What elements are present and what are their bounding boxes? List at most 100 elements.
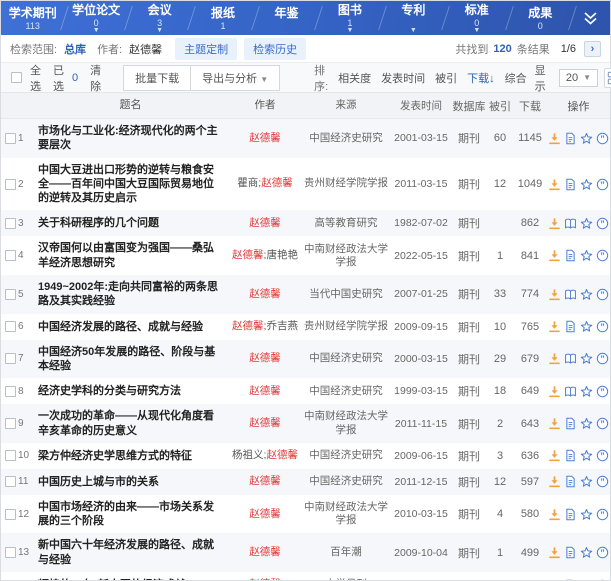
row-checkbox[interactable]	[5, 218, 16, 229]
select-all-label[interactable]: 全选	[30, 62, 41, 94]
clear-button[interactable]: 清除	[90, 62, 101, 94]
row-checkbox[interactable]	[5, 418, 16, 429]
author-link-highlighted[interactable]: 赵德馨	[232, 249, 264, 261]
download-icon[interactable]	[548, 288, 561, 301]
source-link[interactable]: 中南财经政法大学学报	[301, 410, 391, 436]
favorite-icon[interactable]	[580, 508, 593, 521]
result-title-link[interactable]: 中国历史上城与市的关系	[31, 475, 229, 489]
page-size-select[interactable]: 20 ▼	[559, 69, 598, 87]
cite-icon[interactable]: ”	[596, 475, 609, 488]
author-link-highlighted[interactable]: 赵德馨	[249, 578, 281, 580]
row-checkbox[interactable]	[5, 509, 16, 520]
author-link-highlighted[interactable]: 赵德馨	[249, 385, 281, 397]
author-link[interactable]: 瞿商;	[237, 177, 261, 189]
cite-icon[interactable]: ”	[596, 288, 609, 301]
read-html-icon[interactable]	[564, 132, 577, 145]
read-html-icon[interactable]	[564, 546, 577, 559]
source-link[interactable]: 中国经济史研究	[301, 352, 391, 365]
search-history-button[interactable]: 检索历史	[244, 38, 306, 60]
source-link[interactable]: 百年潮	[301, 546, 391, 559]
download-icon[interactable]	[548, 178, 561, 191]
batch-download-button[interactable]: 批量下载	[123, 65, 191, 91]
read-online-icon[interactable]	[564, 352, 577, 365]
row-checkbox[interactable]	[5, 179, 16, 190]
read-html-icon[interactable]	[564, 178, 577, 191]
read-online-icon[interactable]	[564, 217, 577, 230]
row-checkbox[interactable]	[5, 133, 16, 144]
result-title-link[interactable]: 汉帝国何以由富国变为强国——桑弘羊经济思想研究	[31, 241, 229, 270]
author-link-highlighted[interactable]: 赵德馨	[261, 177, 293, 189]
cite-icon[interactable]: ”	[596, 508, 609, 521]
read-html-icon[interactable]	[564, 320, 577, 333]
sort-option-5[interactable]: 综合	[505, 70, 527, 86]
author-link-highlighted[interactable]: 赵德馨	[266, 449, 298, 461]
favorite-icon[interactable]	[580, 579, 593, 580]
cite-icon[interactable]: ”	[596, 579, 609, 580]
nav-tab-3[interactable]: 会议3▼	[128, 1, 191, 35]
topic-customize-button[interactable]: 主题定制	[175, 38, 237, 60]
download-icon[interactable]	[548, 217, 561, 230]
author-link-highlighted[interactable]: 赵德馨	[249, 417, 281, 429]
read-html-icon[interactable]	[564, 417, 577, 430]
nav-tab-9[interactable]: 成果0	[509, 1, 572, 35]
sort-option-3[interactable]: 被引	[435, 70, 457, 86]
row-checkbox[interactable]	[5, 476, 16, 487]
author-link-highlighted[interactable]: 赵德馨	[249, 508, 281, 520]
source-link[interactable]: 中国经济史研究	[301, 475, 391, 488]
download-icon[interactable]	[548, 352, 561, 365]
row-checkbox[interactable]	[5, 450, 16, 461]
nav-tab-5[interactable]: 年鉴	[255, 1, 318, 35]
row-checkbox[interactable]	[5, 250, 16, 261]
header-download[interactable]: 下载	[513, 98, 547, 114]
download-icon[interactable]	[548, 320, 561, 333]
author-link[interactable]: 杨祖义;	[232, 449, 266, 461]
cite-icon[interactable]: ”	[596, 385, 609, 398]
author-link-highlighted[interactable]: 赵德馨	[249, 475, 281, 487]
favorite-icon[interactable]	[580, 132, 593, 145]
next-page-button[interactable]: ›	[584, 41, 601, 57]
author-link-highlighted[interactable]: 赵德馨	[249, 288, 281, 300]
download-icon[interactable]	[548, 132, 561, 145]
result-title-link[interactable]: 中国市场经济的由来——市场关系发展的三个阶段	[31, 500, 229, 529]
cite-icon[interactable]: ”	[596, 217, 609, 230]
source-link[interactable]: 中国经济史研究	[301, 385, 391, 398]
author-link-highlighted[interactable]: 赵德馨	[232, 320, 264, 332]
read-html-icon[interactable]	[564, 508, 577, 521]
cite-icon[interactable]: ”	[596, 449, 609, 462]
favorite-icon[interactable]	[580, 475, 593, 488]
header-cited[interactable]: 被引	[487, 98, 513, 114]
nav-tab-6[interactable]: 图书1▼	[318, 1, 381, 35]
result-title-link[interactable]: 中国大豆进出口形势的逆转与粮食安全——百年间中国大豆国际贸易地位的逆转及其历史启…	[31, 163, 229, 206]
nav-tab-7[interactable]: 专利▼	[382, 1, 445, 35]
more-databases-button[interactable]	[572, 1, 610, 35]
favorite-icon[interactable]	[580, 417, 593, 430]
source-link[interactable]: 中南财经政法大学学报	[301, 243, 391, 269]
download-icon[interactable]	[548, 475, 561, 488]
row-checkbox[interactable]	[5, 353, 16, 364]
read-html-icon[interactable]	[564, 579, 577, 580]
favorite-icon[interactable]	[580, 249, 593, 262]
source-link[interactable]: 中国经济史研究	[301, 449, 391, 462]
cite-icon[interactable]: ”	[596, 352, 609, 365]
source-link[interactable]: 中南财经政法大学学报	[301, 501, 391, 527]
result-title-link[interactable]: 中国经济50年发展的路径、阶段与基本经验	[31, 345, 229, 374]
nav-tab-1[interactable]: 学术期刊113	[1, 1, 64, 35]
author-link-highlighted[interactable]: 赵德馨	[249, 217, 281, 229]
source-link[interactable]: 高等教育研究	[301, 217, 391, 230]
read-html-icon[interactable]	[564, 475, 577, 488]
cite-icon[interactable]: ”	[596, 249, 609, 262]
cite-icon[interactable]: ”	[596, 546, 609, 559]
author-link-highlighted[interactable]: 赵德馨	[249, 352, 281, 364]
nav-tab-8[interactable]: 标准0▼	[445, 1, 508, 35]
cite-icon[interactable]: ”	[596, 320, 609, 333]
favorite-icon[interactable]	[580, 352, 593, 365]
export-analyze-button[interactable]: 导出与分析 ▼	[190, 65, 280, 91]
favorite-icon[interactable]	[580, 178, 593, 191]
result-title-link[interactable]: 新中国六十年经济发展的路径、成就与经验	[31, 538, 229, 567]
author-link[interactable]: ;乔吉燕	[264, 320, 298, 332]
source-link[interactable]: 史学月刊	[301, 578, 391, 580]
grid-view-button[interactable]	[604, 68, 611, 88]
result-title-link[interactable]: 梁方仲经济史学思维方式的特征	[31, 449, 229, 463]
result-title-link[interactable]: 辉煌的60年:新中国的经济成就	[31, 578, 229, 580]
author-link[interactable]: ;唐艳艳	[264, 249, 298, 261]
